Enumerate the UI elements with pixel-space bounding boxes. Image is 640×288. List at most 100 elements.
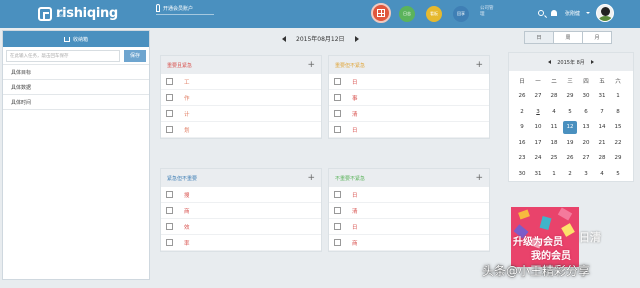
- list-item[interactable]: 具体数据: [3, 80, 149, 95]
- task-checkbox[interactable]: [334, 126, 341, 133]
- calendar-day[interactable]: 25: [546, 151, 562, 167]
- calendar-day[interactable]: 30: [578, 89, 594, 105]
- calendar-day[interactable]: 23: [514, 151, 530, 167]
- view-month-button[interactable]: 月: [582, 31, 612, 44]
- add-task-icon[interactable]: +: [307, 173, 315, 183]
- task-row[interactable]: 工: [161, 74, 321, 90]
- task-row[interactable]: 效: [161, 219, 321, 235]
- task-row[interactable]: 商: [161, 203, 321, 219]
- view-week-button[interactable]: 周: [553, 31, 583, 44]
- list-item[interactable]: 具体时间: [3, 95, 149, 110]
- calendar-day[interactable]: 8: [610, 104, 626, 120]
- task-checkbox[interactable]: [166, 78, 173, 85]
- calendar-day[interactable]: 21: [594, 135, 610, 151]
- task-checkbox[interactable]: [166, 239, 173, 246]
- calendar-day[interactable]: 26: [514, 89, 530, 105]
- calendar-day[interactable]: 1: [546, 166, 562, 182]
- task-row[interactable]: 商: [329, 235, 489, 251]
- add-task-icon[interactable]: +: [475, 60, 483, 70]
- save-button[interactable]: 保存: [124, 49, 146, 62]
- task-row[interactable]: 日: [329, 219, 489, 235]
- calendar-day[interactable]: 28: [546, 89, 562, 105]
- calendar-day[interactable]: 11: [546, 120, 562, 136]
- next-month-icon[interactable]: [590, 60, 594, 64]
- today-view-button[interactable]: [371, 3, 391, 23]
- company-manage-link[interactable]: 公司管理: [480, 6, 494, 18]
- task-checkbox[interactable]: [334, 110, 341, 117]
- calendar-day[interactable]: 2: [514, 104, 530, 120]
- calendar-day[interactable]: 2: [562, 166, 578, 182]
- calendar-day[interactable]: 3: [578, 166, 594, 182]
- task-row[interactable]: 日: [329, 74, 489, 90]
- task-checkbox[interactable]: [166, 191, 173, 198]
- task-row[interactable]: 搜: [161, 187, 321, 203]
- calendar-day[interactable]: 9: [514, 120, 530, 136]
- calendar-day[interactable]: 22: [610, 135, 626, 151]
- calendar-day[interactable]: 10: [530, 120, 546, 136]
- promo-banner[interactable]: 升级为会员 我的会员: [511, 207, 579, 267]
- task-row[interactable]: 日: [329, 122, 489, 138]
- calendar-day[interactable]: 5: [610, 166, 626, 182]
- calendar-day[interactable]: 24: [530, 151, 546, 167]
- calendar-day[interactable]: 27: [578, 151, 594, 167]
- calendar-day[interactable]: 12: [563, 120, 577, 134]
- task-checkbox[interactable]: [166, 110, 173, 117]
- task-row[interactable]: 计: [161, 106, 321, 122]
- calendar-day[interactable]: 4: [594, 166, 610, 182]
- calendar-day[interactable]: 29: [610, 151, 626, 167]
- inbox-task-input[interactable]: 在此输入任务，敲击回车保存: [6, 49, 120, 62]
- task-checkbox[interactable]: [334, 94, 341, 101]
- task-row[interactable]: 作: [161, 90, 321, 106]
- calendar-day[interactable]: 19: [562, 135, 578, 151]
- calendar-day[interactable]: 26: [562, 151, 578, 167]
- nav-share-button[interactable]: 回享: [453, 6, 469, 22]
- task-row[interactable]: 划: [161, 122, 321, 138]
- chevron-down-icon[interactable]: [586, 12, 590, 14]
- calendar-day[interactable]: 16: [514, 135, 530, 151]
- calendar-day[interactable]: 1: [610, 89, 626, 105]
- calendar-day[interactable]: 13: [578, 120, 594, 136]
- calendar-day[interactable]: 31: [530, 166, 546, 182]
- task-checkbox[interactable]: [334, 223, 341, 230]
- task-checkbox[interactable]: [166, 126, 173, 133]
- task-checkbox[interactable]: [166, 207, 173, 214]
- avatar[interactable]: [596, 4, 614, 22]
- task-row[interactable]: 事: [329, 90, 489, 106]
- calendar-day[interactable]: 7: [594, 104, 610, 120]
- calendar-day[interactable]: 5: [562, 104, 578, 120]
- task-checkbox[interactable]: [166, 94, 173, 101]
- bell-icon[interactable]: [551, 10, 557, 16]
- calendar-day[interactable]: 29: [562, 89, 578, 105]
- calendar-day[interactable]: 14: [594, 120, 610, 136]
- next-day-icon[interactable]: [354, 35, 359, 42]
- search-icon[interactable]: [538, 10, 544, 16]
- add-task-icon[interactable]: +: [475, 173, 483, 183]
- calendar-day[interactable]: 27: [530, 89, 546, 105]
- task-row[interactable]: 清: [329, 106, 489, 122]
- calendar-day[interactable]: 17: [530, 135, 546, 151]
- task-checkbox[interactable]: [166, 223, 173, 230]
- calendar-day[interactable]: 30: [514, 166, 530, 182]
- nav-board-button[interactable]: 看板: [426, 6, 442, 22]
- list-item[interactable]: 具体目标: [3, 65, 149, 80]
- add-task-icon[interactable]: +: [307, 60, 315, 70]
- calendar-day[interactable]: 3: [530, 104, 546, 120]
- logo[interactable]: rishiqing: [38, 6, 118, 21]
- task-row[interactable]: 率: [161, 235, 321, 251]
- task-checkbox[interactable]: [334, 207, 341, 214]
- prev-month-icon[interactable]: [548, 60, 552, 64]
- calendar-day[interactable]: 28: [594, 151, 610, 167]
- calendar-day[interactable]: 20: [578, 135, 594, 151]
- calendar-day[interactable]: 18: [546, 135, 562, 151]
- task-row[interactable]: 日: [329, 187, 489, 203]
- user-name[interactable]: 张刚健: [565, 10, 580, 17]
- task-row[interactable]: 清: [329, 203, 489, 219]
- calendar-day[interactable]: 6: [578, 104, 594, 120]
- task-checkbox[interactable]: [334, 78, 341, 85]
- task-checkbox[interactable]: [334, 239, 341, 246]
- task-checkbox[interactable]: [334, 191, 341, 198]
- calendar-day[interactable]: 15: [610, 120, 626, 136]
- calendar-day[interactable]: 31: [594, 89, 610, 105]
- prev-day-icon[interactable]: [282, 35, 286, 42]
- calendar-day[interactable]: 4: [546, 104, 562, 120]
